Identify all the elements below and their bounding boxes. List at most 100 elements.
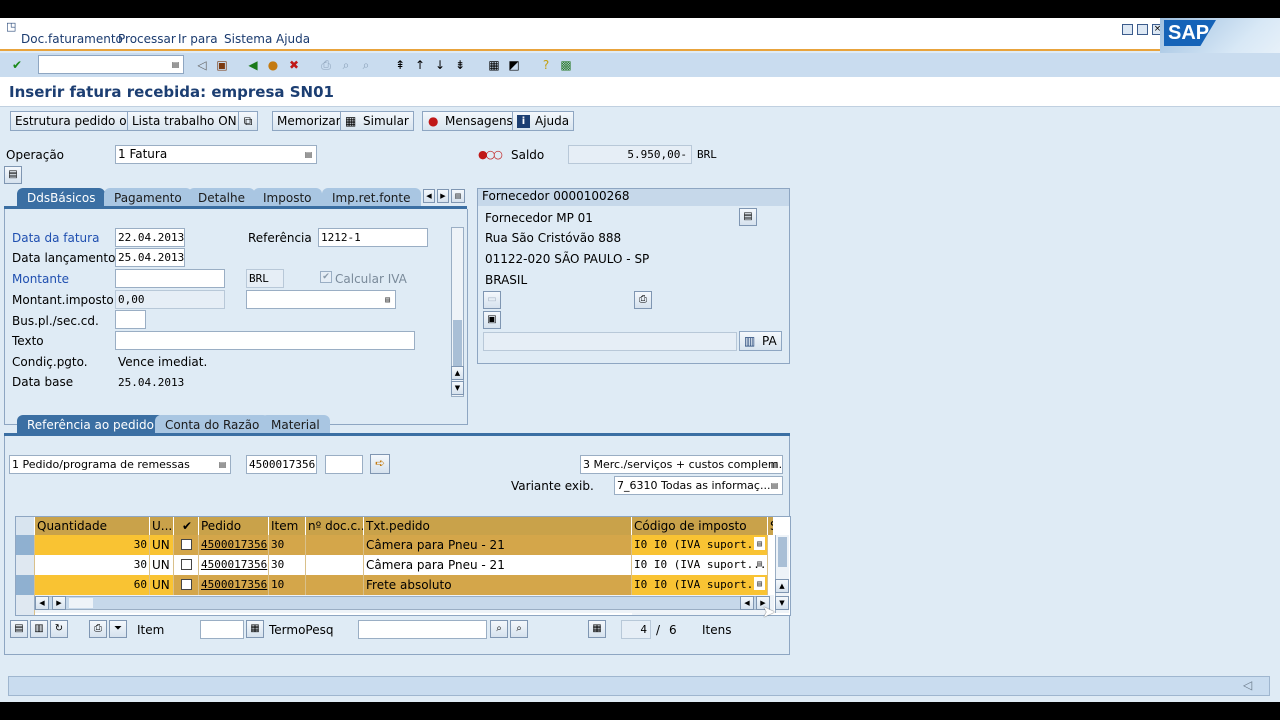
vendor-bank-icon[interactable]: ▭ [483, 291, 501, 309]
last-page-icon[interactable]: ⇟ [452, 57, 468, 73]
select-all-header[interactable] [16, 517, 35, 535]
dropdown-icon[interactable]: ▤ [769, 458, 780, 471]
reference-type-select[interactable]: 1 Pedido/programa de remessas ▤ [9, 455, 231, 474]
print-icon[interactable]: ⎙ [318, 57, 334, 73]
tab-list-icon[interactable]: ▤ [451, 189, 465, 203]
scroll-up-icon[interactable]: ▲ [775, 579, 789, 593]
estrutura-pedido-button[interactable]: Estrutura pedido on [10, 111, 140, 131]
next-page-icon[interactable]: ↓ [432, 57, 448, 73]
ajuda-button[interactable]: i Ajuda [512, 111, 575, 131]
shortcut-icon[interactable]: ◩ [506, 57, 522, 73]
bus-pl-input[interactable] [115, 310, 146, 329]
unit-cell[interactable]: UN [150, 575, 174, 595]
row-checkbox[interactable] [174, 535, 199, 555]
tab-detalhe[interactable]: Detalhe [188, 188, 256, 208]
find-icon[interactable]: ⌕ [338, 57, 354, 73]
texto-input[interactable] [115, 331, 415, 350]
col-txt-pedido[interactable]: Txt.pedido [364, 517, 632, 535]
simular-button[interactable]: ▦ Simular [340, 111, 414, 131]
tax-cell[interactable]: I0 I0 (IVA suport... ▤ [632, 555, 768, 575]
scroll-up-icon[interactable]: ▲ [451, 366, 464, 380]
menu-processar[interactable]: Processar [118, 32, 176, 46]
tab-referencia-pedido[interactable]: Referência ao pedido [17, 415, 164, 435]
hold-icon[interactable]: ⧉ [238, 111, 258, 131]
previous-page-icon[interactable]: ↑ [412, 57, 428, 73]
tax-cell[interactable]: I0 I0 (IVA suport... ▤ [632, 575, 768, 595]
col-unidade[interactable]: U... [150, 517, 174, 535]
po-link[interactable]: 4500017356 [199, 575, 269, 595]
transfer-arrow-icon[interactable]: ➪ [370, 454, 390, 474]
help-icon[interactable]: ? [538, 57, 554, 73]
scroll-thumb[interactable] [778, 537, 787, 567]
maximize-icon[interactable] [1137, 24, 1148, 35]
tab-dds-basicos[interactable]: DdsBásicos [17, 188, 106, 208]
select-all-icon[interactable]: ▤ [10, 620, 28, 638]
scroll-down-icon[interactable]: ▼ [775, 596, 789, 610]
dropdown-icon[interactable]: ▤ [303, 148, 314, 161]
dropdown-icon[interactable]: ▤ [754, 537, 765, 550]
find-next-icon[interactable]: ⌕ [510, 620, 528, 638]
variante-select[interactable]: 7_6310 Todas as informaç... ▤ [614, 476, 783, 495]
menu-ir-para[interactable]: Ir para [178, 32, 218, 46]
checkbox-box[interactable] [181, 559, 192, 570]
tab-pagamento[interactable]: Pagamento [104, 188, 192, 208]
exit-icon[interactable]: ● [265, 57, 281, 73]
row-checkbox[interactable] [174, 555, 199, 575]
data-lancamento-input[interactable]: 25.04.2013 [115, 248, 185, 267]
col-doc[interactable]: nº doc.c... [306, 517, 364, 535]
table-row[interactable]: 60 UN 4500017356 10 Frete absoluto I0 I0… [16, 575, 774, 595]
po-link[interactable]: 4500017356 [199, 555, 269, 575]
tab-material[interactable]: Material [261, 415, 330, 435]
po-item-input[interactable] [325, 455, 363, 474]
checkbox-box[interactable] [181, 539, 192, 550]
qty-cell[interactable]: 60 [35, 575, 150, 595]
menu-doc-faturamento[interactable]: Doc.faturamento [21, 32, 123, 46]
tab-scroll-left-icon[interactable]: ◀ [423, 189, 435, 203]
scroll-left-end-icon[interactable]: ◀ [740, 596, 754, 610]
col-pedido[interactable]: Pedido [199, 517, 269, 535]
menu-ajuda[interactable]: Ajuda [276, 32, 310, 46]
tab-scroll-right-icon[interactable]: ▶ [437, 189, 449, 203]
item-search-icon[interactable]: ▦ [246, 620, 264, 638]
cancel-icon[interactable]: ✖ [286, 57, 302, 73]
dropdown-icon[interactable]: ▤ [217, 458, 228, 471]
table-row[interactable]: 30 UN 4500017356 30 Câmera para Pneu - 2… [16, 535, 774, 555]
layout-menu-icon[interactable]: ▩ [558, 57, 574, 73]
tab-imp-ret-fonte[interactable]: Imp.ret.fonte [322, 188, 421, 208]
checkbox-box[interactable] [181, 579, 192, 590]
po-link[interactable]: 4500017356 [199, 535, 269, 555]
dropdown-icon[interactable]: ▤ [170, 58, 181, 71]
termo-pesq-input[interactable] [358, 620, 487, 639]
tab-conta-razao[interactable]: Conta do Razão [155, 415, 270, 435]
mensagens-button[interactable]: ● Mensagens [422, 111, 518, 131]
menu-sistema[interactable]: Sistema [224, 32, 272, 46]
document-header-icon[interactable]: ▤ [4, 166, 22, 184]
col-status-icon[interactable]: ✔ [174, 517, 199, 535]
hscroll-thumb[interactable] [69, 598, 93, 608]
enter-check-icon[interactable]: ✔ [9, 57, 25, 73]
qty-cell[interactable]: 30 [35, 555, 150, 575]
col-quantidade[interactable]: Quantidade [35, 517, 150, 535]
table-row[interactable]: 30 UN 4500017356 30 Câmera para Pneu - 2… [16, 555, 774, 575]
dropdown-icon[interactable]: ▤ [754, 557, 765, 570]
vendor-change-icon[interactable]: ▣ [483, 311, 501, 329]
dropdown-icon[interactable]: ▤ [382, 293, 393, 306]
scroll-right-icon[interactable]: ▶ [52, 596, 66, 610]
vendor-print-icon[interactable]: ⎙ [634, 291, 652, 309]
lista-trabalho-button[interactable]: Lista trabalho ON [127, 111, 242, 131]
triangle-back-icon[interactable]: ◁ [194, 57, 210, 73]
system-menu-icon[interactable]: ◳ [6, 20, 16, 33]
item-search-input[interactable] [200, 620, 244, 639]
unit-cell[interactable]: UN [150, 535, 174, 555]
scroll-thumb[interactable] [453, 320, 462, 370]
qty-cell[interactable]: 30 [35, 535, 150, 555]
minimize-icon[interactable] [1122, 24, 1133, 35]
first-page-icon[interactable]: ⇞ [392, 57, 408, 73]
row-selector[interactable] [16, 535, 35, 555]
vendor-details-icon[interactable]: ▤ [739, 208, 757, 226]
row-selector[interactable] [16, 595, 35, 615]
pa-button[interactable]: ▥ PA [739, 331, 782, 351]
unit-cell[interactable]: UN [150, 555, 174, 575]
find-next-icon[interactable]: ⌕ [358, 57, 374, 73]
referencia-input[interactable]: 1212-1 [318, 228, 428, 247]
